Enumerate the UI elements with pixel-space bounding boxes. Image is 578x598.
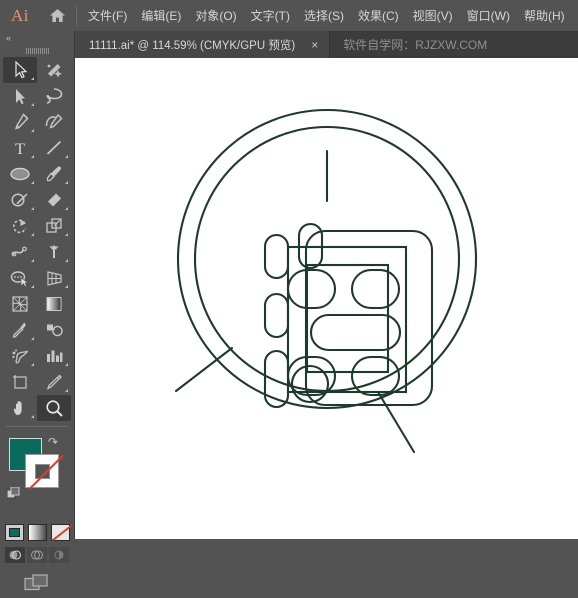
menu-type[interactable]: 文字(T)	[244, 3, 297, 28]
tool-corner-indicator	[31, 129, 34, 132]
tool-corner-indicator	[65, 285, 68, 288]
tool-corner-indicator	[65, 207, 68, 210]
document-tab-bar: 11111.ai* @ 114.59% (CMYK/GPU 预览) × 软件自学…	[75, 31, 578, 58]
pill-row1-left	[286, 268, 337, 310]
default-colors-icon[interactable]	[6, 486, 20, 500]
menu-help[interactable]: 帮助(H)	[517, 3, 572, 28]
tool-corner-indicator	[65, 259, 68, 262]
tool-corner-indicator	[31, 103, 34, 106]
gradient-tool[interactable]	[37, 291, 71, 317]
color-controls: ↷	[0, 432, 74, 524]
draw-inside-mode[interactable]	[49, 547, 69, 563]
slice-tool[interactable]	[37, 369, 71, 395]
blend-tool[interactable]	[37, 317, 71, 343]
menu-effect[interactable]: 效果(C)	[351, 3, 406, 28]
tool-corner-indicator	[65, 181, 68, 184]
pill-row1-right	[350, 268, 401, 310]
type-tool[interactable]: T	[3, 135, 37, 161]
tool-corner-indicator	[31, 285, 34, 288]
perspective-grid-tool[interactable]	[37, 265, 71, 291]
fill-color-mode[interactable]	[4, 524, 24, 541]
shape-builder-tool[interactable]	[3, 265, 37, 291]
tool-corner-indicator	[31, 259, 34, 262]
screen-mode-row	[0, 573, 74, 598]
document-tab[interactable]: 11111.ai* @ 114.59% (CMYK/GPU 预览) ×	[75, 31, 331, 58]
menu-select[interactable]: 选择(S)	[297, 3, 351, 28]
draw-normal-mode[interactable]	[5, 547, 25, 563]
stroke-color-swatch[interactable]	[25, 454, 64, 490]
color-mode-row	[0, 524, 74, 542]
rotate-tool[interactable]	[3, 213, 37, 239]
collapse-panel-chevron-icon[interactable]: «	[0, 31, 74, 45]
selection-tool[interactable]	[3, 57, 37, 83]
lasso-tool[interactable]	[37, 83, 71, 109]
pill-left-2	[263, 292, 290, 339]
hand-tool[interactable]	[3, 395, 37, 421]
panel-drag-handle[interactable]	[0, 45, 74, 57]
tool-corner-indicator	[31, 337, 34, 340]
menu-bar: Ai 文件(F) 编辑(E) 对象(O) 文字(T) 选择(S) 效果(C) 视…	[0, 0, 578, 31]
pill-left-1	[263, 233, 290, 280]
tools-panel: « T ↷	[0, 31, 75, 591]
tool-corner-indicator	[31, 181, 34, 184]
tool-grid: T	[3, 57, 71, 421]
tool-corner-indicator	[65, 389, 68, 392]
drawing-mode-row	[0, 547, 74, 563]
pill-row3-right	[350, 355, 401, 397]
menu-view[interactable]: 视图(V)	[406, 3, 460, 28]
free-transform-tool[interactable]	[37, 239, 71, 265]
tool-corner-indicator	[31, 363, 34, 366]
scale-tool[interactable]	[37, 213, 71, 239]
svg-text:T: T	[15, 141, 25, 157]
tool-corner-indicator	[31, 77, 34, 80]
pill-row2-wide	[309, 313, 402, 352]
pen-tool[interactable]	[3, 109, 37, 135]
swap-fill-stroke-icon[interactable]: ↷	[48, 435, 58, 449]
zoom-tool[interactable]	[37, 395, 71, 421]
illustrator-logo: Ai	[11, 5, 29, 25]
magic-wand-tool[interactable]	[37, 57, 71, 83]
line-segment-tool[interactable]	[37, 135, 71, 161]
curvature-tool[interactable]	[37, 109, 71, 135]
tool-corner-indicator	[65, 363, 68, 366]
watermark-text: 软件自学网：RJZXW.COM	[343, 38, 488, 52]
home-icon[interactable]	[40, 0, 74, 31]
symbol-sprayer-tool[interactable]	[3, 343, 37, 369]
menu-edit[interactable]: 编辑(E)	[134, 3, 188, 28]
tool-corner-indicator	[65, 155, 68, 158]
tool-corner-indicator	[31, 207, 34, 210]
menu-file[interactable]: 文件(F)	[81, 3, 134, 28]
close-icon[interactable]: ×	[308, 39, 321, 51]
document-canvas[interactable]	[75, 58, 578, 539]
tools-divider	[6, 426, 68, 427]
artboard-tool[interactable]	[3, 369, 37, 395]
menu-divider	[76, 5, 77, 26]
rounded-outer-frame	[304, 229, 434, 407]
tool-corner-indicator	[31, 233, 34, 236]
shaper-tool[interactable]	[3, 187, 37, 213]
gradient-mode[interactable]	[27, 524, 47, 541]
artwork-circular-badge	[174, 108, 478, 454]
width-tool[interactable]	[3, 239, 37, 265]
eraser-tool[interactable]	[37, 187, 71, 213]
tool-corner-indicator	[65, 233, 68, 236]
draw-behind-mode[interactable]	[27, 547, 47, 563]
tool-corner-indicator	[31, 415, 34, 418]
paintbrush-tool[interactable]	[37, 161, 71, 187]
column-graph-tool[interactable]	[37, 343, 71, 369]
tick-lower-left	[174, 346, 234, 393]
document-tab-title: 11111.ai* @ 114.59% (CMYK/GPU 预览)	[89, 39, 296, 52]
eyedropper-tool[interactable]	[3, 317, 37, 343]
menu-window[interactable]: 窗口(W)	[460, 3, 517, 28]
tick-lower-right	[376, 390, 416, 454]
none-mode[interactable]	[50, 524, 72, 542]
tool-corner-indicator	[31, 155, 34, 158]
change-screen-mode-icon[interactable]	[24, 573, 50, 598]
menu-object[interactable]: 对象(O)	[188, 3, 243, 28]
direct-selection-tool[interactable]	[3, 83, 37, 109]
mesh-tool[interactable]	[3, 291, 37, 317]
ellipse-tool[interactable]	[3, 161, 37, 187]
